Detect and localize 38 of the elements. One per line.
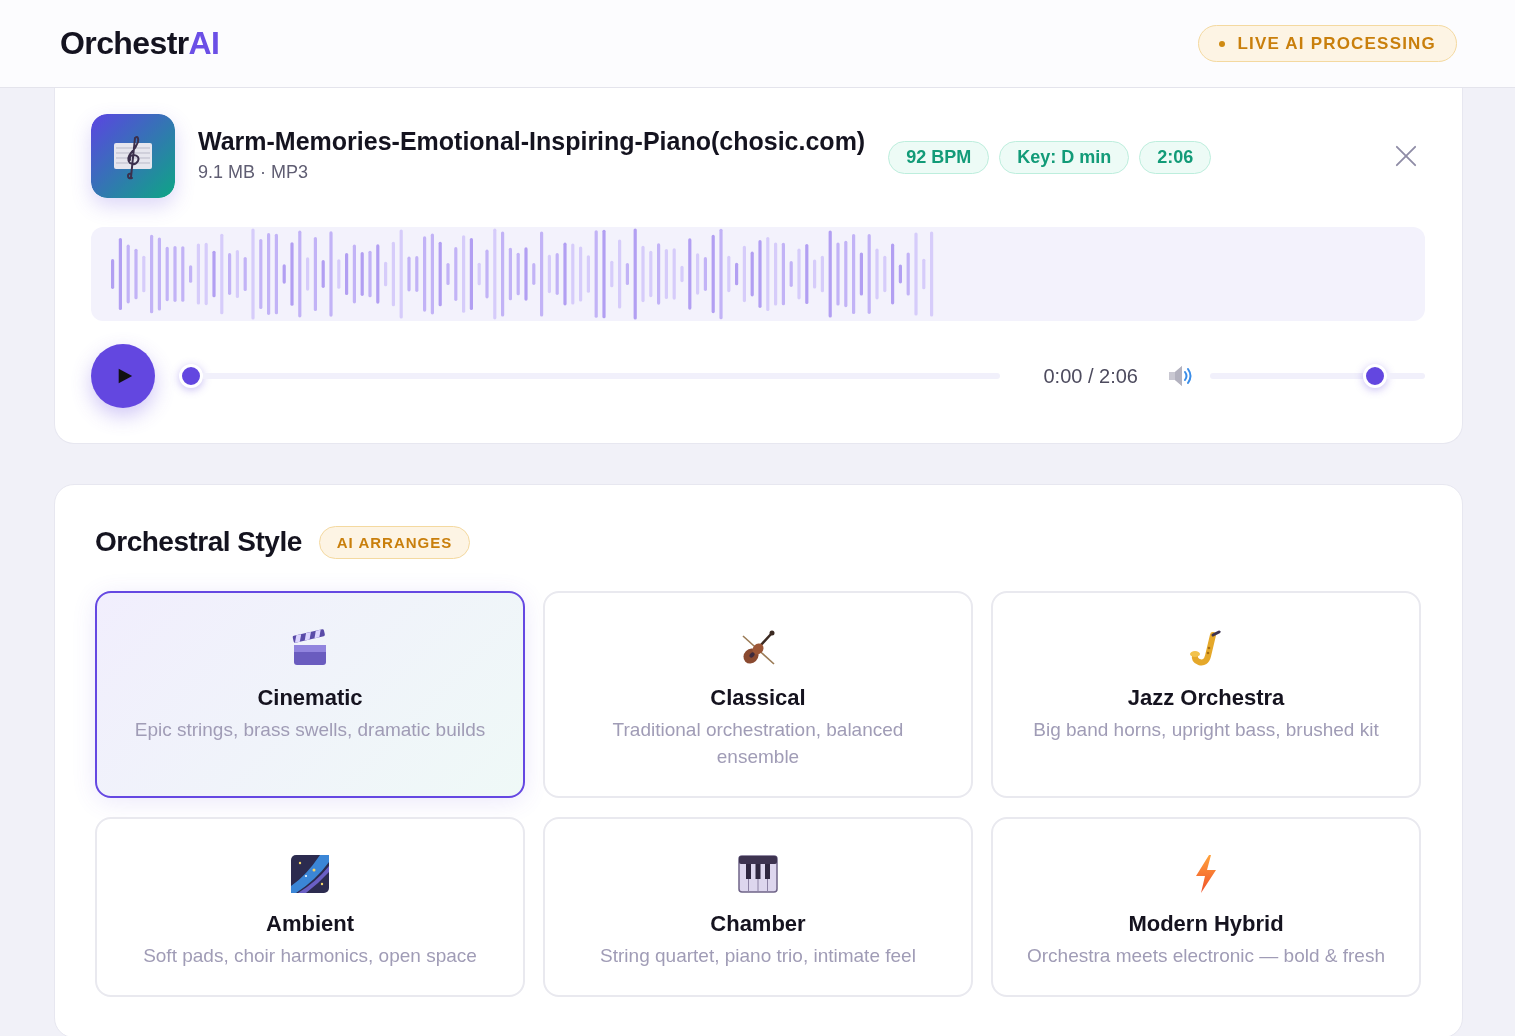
style-name: Cinematic [257, 684, 363, 712]
volume-slider[interactable] [1210, 364, 1425, 388]
style-option[interactable]: Cinematic Epic strings, brass swells, dramatic builds [95, 591, 525, 798]
track-tag: 2:06 [1139, 140, 1212, 174]
style-description: Orchestra meets electronic — bold & fresh [1027, 944, 1385, 968]
style-option[interactable]: Classical Traditional orchestration, balanced ensemble [543, 591, 973, 798]
style-description: Traditional orchestration, balanced ensemble [611, 718, 905, 769]
slider-thumb[interactable] [179, 364, 203, 388]
style-name: Ambient [266, 910, 354, 938]
track-tag: Key: D min [999, 140, 1130, 174]
feature-tag: AI ARRANGES [318, 525, 471, 559]
style-option[interactable]: Jazz Orchestra Big band horns, upright bass, brushed kit [991, 591, 1421, 798]
piano-keys-icon [738, 854, 778, 894]
status-dot-icon [1219, 40, 1226, 47]
style-description: Epic strings, brass swells, dramatic builds [134, 718, 486, 742]
play-button[interactable] [91, 344, 155, 408]
progress-slider[interactable] [179, 364, 1001, 388]
style-name: Chamber [710, 910, 806, 938]
style-name: Jazz Orchestra [1127, 684, 1285, 712]
style-description: String quartet, piano trio, intimate feel [600, 944, 916, 968]
style-name: Classical [710, 684, 806, 712]
close-icon [1395, 145, 1417, 167]
style-option[interactable]: Modern Hybrid Orchestra meets electronic — bold & fresh [991, 817, 1421, 997]
app-logo: OrchestrAI [60, 25, 220, 62]
section-title: Orchestral Style [95, 526, 302, 558]
track-title: Warm-Memories-Emotional-Inspiring-Piano(chosic.com) [198, 126, 866, 156]
status-text: LIVE AI PROCESSING [1237, 33, 1436, 54]
playback-time: 0:00 / 2:06 [1043, 364, 1138, 388]
style-name: Modern Hybrid [1128, 910, 1284, 938]
music-sheet-icon [91, 114, 175, 198]
style-description: Big band horns, upright bass, brushed kit [1033, 718, 1379, 742]
close-button[interactable] [1395, 145, 1417, 167]
style-description: Soft pads, choir harmonics, open space [143, 944, 477, 968]
style-option[interactable]: Ambient Soft pads, choir harmonics, open space [95, 817, 525, 997]
night-sky-icon [290, 854, 330, 894]
track-meta: 9.1 MB · MP3 [198, 161, 310, 184]
style-option[interactable]: Chamber String quartet, piano trio, intimate feel [543, 817, 973, 997]
track-tag: 92 BPM [888, 140, 990, 174]
